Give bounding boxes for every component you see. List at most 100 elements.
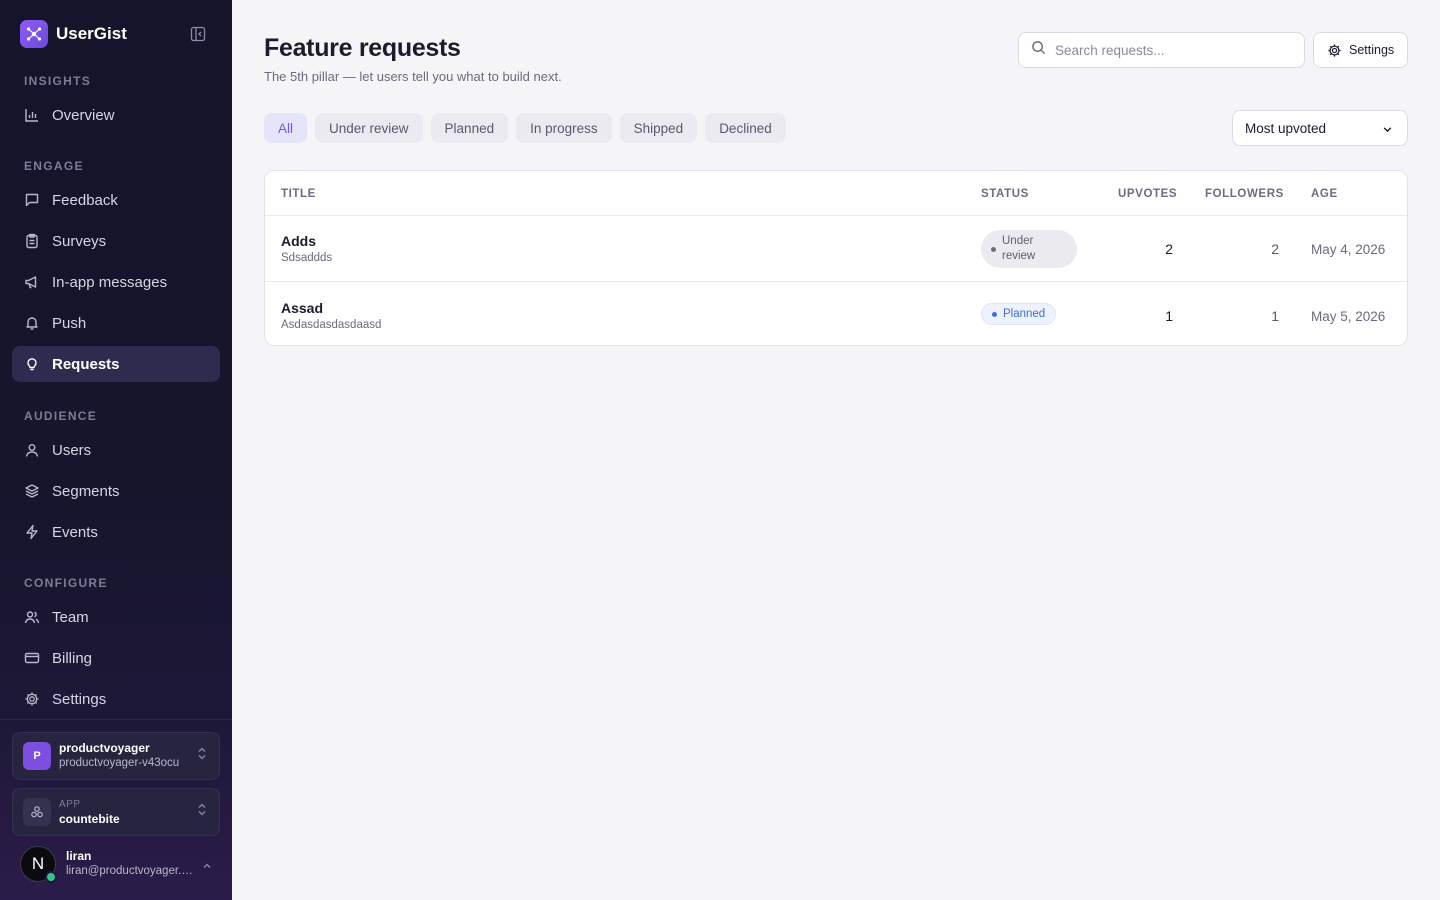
- tab-planned[interactable]: Planned: [430, 113, 509, 143]
- megaphone-icon: [24, 274, 40, 290]
- sidebar: UserGist INSIGHTS Overview ENGAGE Feedba…: [0, 0, 232, 900]
- chevron-down-icon: [1382, 123, 1393, 138]
- app-switcher[interactable]: APP countebite: [12, 788, 220, 836]
- column-header-followers[interactable]: FOLLOWERS: [1205, 188, 1284, 200]
- upvotes-count: 2: [1165, 241, 1173, 257]
- sidebar-item-label: Overview: [52, 106, 115, 124]
- bell-icon: [24, 315, 40, 331]
- section-insights: INSIGHTS: [24, 74, 92, 88]
- gear-icon: [24, 691, 40, 707]
- user-menu[interactable]: N liran liran@productvoyager.co...: [20, 844, 220, 884]
- request-description: Sdsaddds: [281, 252, 333, 264]
- sidebar-item-requests[interactable]: Requests: [12, 346, 220, 382]
- tab-declined[interactable]: Declined: [705, 113, 786, 143]
- requests-table: TITLE STATUS UPVOTES FOLLOWERS AGE Adds …: [264, 170, 1408, 346]
- sidebar-item-label: Requests: [52, 355, 120, 373]
- status-text-line2: review: [1002, 250, 1036, 262]
- sidebar-divider: [0, 719, 232, 720]
- section-engage: ENGAGE: [24, 159, 84, 173]
- sidebar-item-label: Team: [52, 608, 89, 626]
- sidebar-item-events[interactable]: Events: [12, 514, 220, 550]
- status-text-line1: Under: [1002, 235, 1034, 247]
- brand-name: UserGist: [56, 24, 127, 43]
- sidebar-item-label: Feedback: [52, 191, 118, 209]
- sidebar-item-label: Users: [52, 441, 92, 459]
- sort-selected-value: Most upvoted: [1245, 120, 1327, 136]
- chevrons-up-down-icon: [197, 803, 207, 822]
- page-subtitle: The 5th pillar — let users tell you what…: [264, 69, 562, 84]
- sidebar-item-label: In-app messages: [52, 273, 168, 291]
- tab-under-review[interactable]: Under review: [315, 113, 423, 143]
- request-age: May 4, 2026: [1311, 242, 1386, 257]
- online-status-dot: [45, 871, 57, 883]
- sidebar-item-label: Settings: [52, 690, 107, 708]
- sidebar-item-team[interactable]: Team: [12, 599, 220, 635]
- table-header: TITLE STATUS UPVOTES FOLLOWERS AGE: [265, 171, 1407, 216]
- search-box[interactable]: [1018, 32, 1305, 68]
- avatar-initial: N: [31, 854, 45, 873]
- status-badge: Under review: [981, 230, 1077, 268]
- column-header-upvotes[interactable]: UPVOTES: [1118, 188, 1177, 200]
- sidebar-item-label: Events: [52, 523, 98, 541]
- sidebar-item-overview[interactable]: Overview: [12, 97, 220, 133]
- sidebar-item-segments[interactable]: Segments: [12, 473, 220, 509]
- tab-all[interactable]: All: [264, 113, 308, 143]
- credit-card-icon: [24, 650, 40, 666]
- usergist-logo-icon: [20, 20, 48, 48]
- sidebar-item-push[interactable]: Push: [12, 305, 220, 341]
- message-square-icon: [24, 192, 40, 208]
- tab-in-progress[interactable]: In progress: [516, 113, 612, 143]
- tab-shipped[interactable]: Shipped: [619, 113, 698, 143]
- search-input[interactable]: [1055, 42, 1285, 58]
- request-title: Assad: [281, 300, 324, 316]
- settings-button-label: Settings: [1349, 43, 1395, 57]
- sidebar-item-feedback[interactable]: Feedback: [12, 182, 220, 218]
- status-filter-tabs: All Under review Planned In progress Shi…: [264, 113, 786, 143]
- lightbulb-icon: [24, 356, 40, 372]
- sidebar-item-settings[interactable]: Settings: [12, 681, 220, 717]
- brand[interactable]: UserGist: [20, 20, 127, 48]
- users-icon: [24, 609, 40, 625]
- status-badge: Planned: [981, 303, 1057, 325]
- collapse-sidebar-icon[interactable]: [188, 24, 208, 44]
- column-header-title[interactable]: TITLE: [281, 188, 316, 200]
- section-audience: AUDIENCE: [24, 409, 98, 423]
- followers-count: 1: [1271, 308, 1279, 324]
- column-header-age[interactable]: AGE: [1311, 188, 1338, 200]
- page-title: Feature requests: [264, 34, 461, 62]
- sidebar-item-label: Segments: [52, 482, 120, 500]
- column-header-status[interactable]: STATUS: [981, 188, 1029, 200]
- sidebar-item-billing[interactable]: Billing: [12, 640, 220, 676]
- user-email: liran@productvoyager.co...: [66, 865, 198, 877]
- sidebar-item-inapp-messages[interactable]: In-app messages: [12, 264, 220, 300]
- followers-count: 2: [1271, 241, 1279, 257]
- app-icon: [23, 798, 51, 826]
- gear-icon: [1327, 43, 1342, 58]
- table-row[interactable]: Adds Sdsaddds Under review 2 2 May 4, 202…: [265, 216, 1407, 282]
- layers-icon: [24, 483, 40, 499]
- sidebar-item-label: Billing: [52, 649, 93, 667]
- org-switcher[interactable]: P productvoyager productvoyager-v43ocu: [12, 732, 220, 780]
- request-age: May 5, 2026: [1311, 309, 1386, 324]
- app-name: countebite: [59, 812, 120, 826]
- org-avatar: P: [23, 742, 51, 770]
- sidebar-item-label: Surveys: [52, 232, 107, 250]
- sidebar-item-users[interactable]: Users: [12, 432, 220, 468]
- settings-button[interactable]: Settings: [1313, 32, 1408, 68]
- sidebar-item-label: Push: [52, 314, 87, 332]
- user-name: liran: [66, 849, 92, 863]
- table-row[interactable]: Assad Asdasdasdasdaasd Planned 1 1 May 5…: [265, 283, 1407, 345]
- upvotes-count: 1: [1165, 308, 1173, 324]
- user-icon: [24, 442, 40, 458]
- status-dot: [992, 311, 997, 317]
- app-label: APP: [59, 799, 81, 810]
- org-slug: productvoyager-v43ocu: [59, 757, 180, 769]
- status-text: Planned: [1003, 308, 1046, 320]
- avatar: N: [20, 846, 57, 883]
- sidebar-item-surveys[interactable]: Surveys: [12, 223, 220, 259]
- search-icon: [1031, 40, 1046, 60]
- chevron-up-icon: [202, 858, 212, 876]
- request-description: Asdasdasdasdaasd: [281, 319, 382, 331]
- lightning-icon: [24, 524, 40, 540]
- sort-select[interactable]: Most upvoted: [1232, 110, 1408, 146]
